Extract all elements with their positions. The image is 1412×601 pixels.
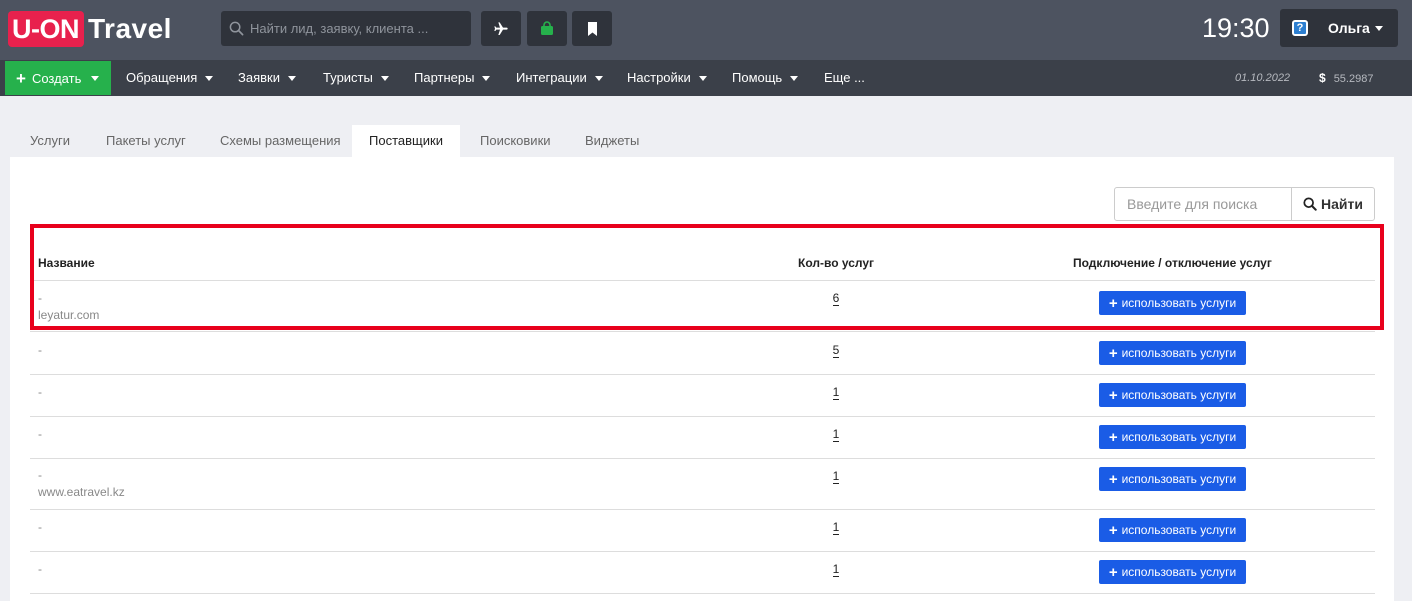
global-search-input[interactable] (250, 21, 460, 36)
current-date: 01.10.2022 (1235, 72, 1291, 84)
nav-item-appeals[interactable]: Обращения (126, 60, 214, 96)
chevron-down-icon (790, 76, 799, 82)
services-count[interactable]: 1 (826, 427, 846, 442)
chevron-down-icon (91, 75, 100, 81)
row-divider (30, 458, 1375, 459)
plus-icon: + (1108, 294, 1118, 312)
chevron-down-icon (1374, 25, 1383, 31)
plus-icon: + (1108, 563, 1118, 581)
help-icon[interactable]: ? (1292, 20, 1308, 36)
user-name: Ольга (1328, 20, 1370, 36)
chevron-down-icon (698, 76, 707, 82)
row-divider (30, 593, 1375, 594)
suppliers-search-input[interactable] (1114, 187, 1292, 221)
airplane-icon (494, 21, 508, 35)
tab-services[interactable]: Услуги (30, 125, 70, 157)
logo-mark: U-ON (8, 11, 84, 47)
row-divider (30, 331, 1375, 332)
use-services-button[interactable]: + использовать услуги (1099, 291, 1246, 315)
create-button[interactable]: + Создать (5, 61, 111, 95)
use-services-button[interactable]: + использовать услуги (1099, 383, 1246, 407)
services-count[interactable]: 1 (826, 520, 846, 535)
services-count[interactable]: 6 (826, 291, 846, 306)
supplier-name: - (38, 343, 42, 357)
supplier-name: - (38, 385, 42, 399)
nav-item-integrations[interactable]: Интеграции (516, 60, 603, 96)
create-label: Создать (31, 70, 82, 86)
chevron-down-icon (287, 76, 296, 82)
services-count[interactable]: 1 (826, 469, 846, 484)
clock: 19:30 (1202, 13, 1270, 43)
row-divider (30, 509, 1375, 510)
use-services-button[interactable]: + использовать услуги (1099, 425, 1246, 449)
column-header-count: Кол-во услуг (798, 256, 875, 270)
global-search (221, 11, 471, 46)
bag-button[interactable] (527, 11, 567, 46)
find-button[interactable]: Найти (1291, 187, 1375, 221)
user-menu[interactable]: ? Ольга (1280, 9, 1398, 47)
plus-icon: + (1108, 428, 1118, 446)
plus-icon: + (1108, 344, 1118, 362)
header-divider (30, 280, 1375, 281)
supplier-site: www.eatravel.kz (38, 485, 125, 499)
row-divider (30, 374, 1375, 375)
services-count[interactable]: 1 (826, 562, 846, 577)
nav-item-more[interactable]: Еще ... (824, 60, 865, 96)
use-services-button[interactable]: + использовать услуги (1099, 467, 1246, 491)
flights-button[interactable] (481, 11, 521, 46)
row-divider (30, 416, 1375, 417)
plus-icon: + (1108, 521, 1118, 539)
main-nav: + Создать Обращения Заявки Туристы Партн… (0, 60, 1412, 96)
dollar-icon: $ (1319, 71, 1326, 85)
find-label: Найти (1321, 196, 1363, 212)
tab-search-engines[interactable]: Поисковики (480, 125, 551, 157)
shopping-bag-icon (541, 21, 553, 35)
use-services-button[interactable]: + использовать услуги (1099, 518, 1246, 542)
supplier-name: - (38, 562, 42, 576)
plus-icon: + (1108, 386, 1118, 404)
supplier-site: leyatur.com (38, 308, 100, 322)
top-bar: U-ON Travel 19:30 ? Ольга (0, 0, 1412, 60)
search-icon (1303, 197, 1317, 211)
supplier-name: - (38, 427, 42, 441)
tab-service-packages[interactable]: Пакеты услуг (106, 125, 186, 157)
plus-icon: + (1108, 470, 1118, 488)
tab-suppliers[interactable]: Поставщики (352, 125, 460, 157)
use-services-button[interactable]: + использовать услуги (1099, 341, 1246, 365)
plus-icon: + (16, 68, 26, 88)
row-divider (30, 551, 1375, 552)
services-count[interactable]: 5 (826, 343, 846, 358)
nav-item-partners[interactable]: Партнеры (414, 60, 491, 96)
supplier-name: - (38, 468, 42, 482)
search-icon (229, 21, 244, 36)
nav-item-tourists[interactable]: Туристы (323, 60, 389, 96)
currency-rate: $55.2987 (1319, 60, 1373, 97)
currency-rate-value: 55.2987 (1333, 73, 1374, 85)
chevron-down-icon (380, 76, 389, 82)
column-header-toggle: Подключение / отключение услуг (1073, 256, 1272, 270)
chevron-down-icon (205, 76, 214, 82)
column-header-name: Название (38, 256, 95, 270)
bookmark-button[interactable] (572, 11, 612, 46)
nav-item-requests[interactable]: Заявки (238, 60, 296, 96)
nav-item-help[interactable]: Помощь (732, 60, 799, 96)
supplier-name: - (38, 291, 42, 305)
logo[interactable]: U-ON Travel (8, 10, 172, 48)
chevron-down-icon (594, 76, 603, 82)
use-services-button[interactable]: + использовать услуги (1099, 560, 1246, 584)
bookmark-icon (587, 21, 597, 36)
tab-widgets[interactable]: Виджеты (585, 125, 639, 157)
chevron-down-icon (482, 76, 491, 82)
tab-accommodation-schemes[interactable]: Схемы размещения (220, 125, 341, 157)
services-count[interactable]: 1 (826, 385, 846, 400)
logo-text: Travel (88, 13, 172, 44)
nav-item-settings[interactable]: Настройки (627, 60, 707, 96)
supplier-name: - (38, 520, 42, 534)
